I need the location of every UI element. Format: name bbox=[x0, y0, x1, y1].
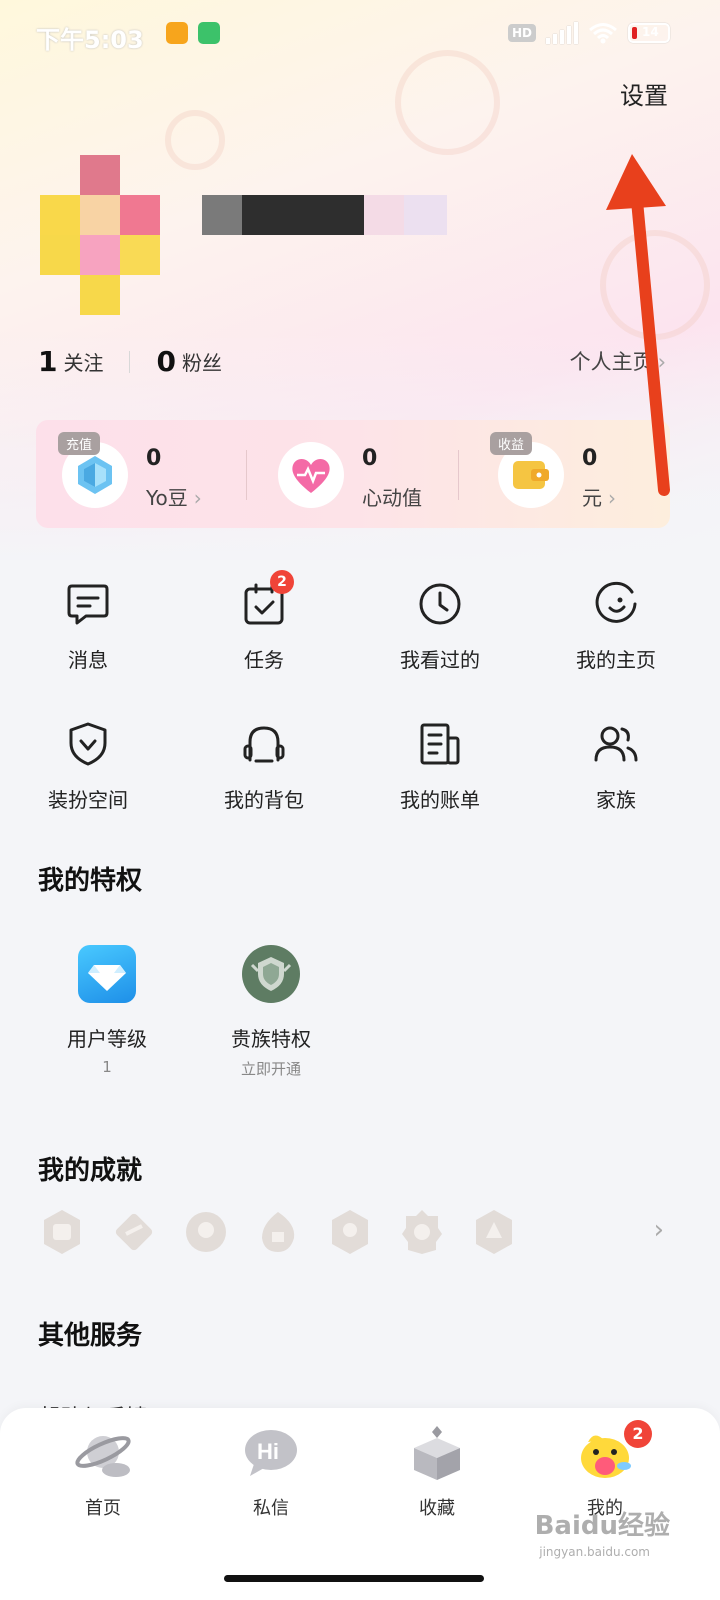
svg-text:Hi: Hi bbox=[257, 1439, 279, 1464]
earnings-value: 0 bbox=[582, 446, 598, 471]
achievements-title: 我的成就 bbox=[38, 1156, 143, 1186]
wifi-icon bbox=[589, 23, 617, 44]
fans-label[interactable]: 粉丝 bbox=[182, 347, 222, 376]
smile-icon bbox=[595, 581, 637, 623]
grid-label: 我看过的 bbox=[400, 648, 480, 672]
baidu-watermark: Baidu经验 bbox=[534, 1511, 670, 1541]
bottom-tab-bar: 首页 Hi 私信 收藏 2 我的 bbox=[0, 1408, 720, 1600]
profile-stats: 1 关注 0 粉丝 bbox=[38, 345, 222, 378]
signal-icon bbox=[546, 22, 578, 44]
task-badge: 2 bbox=[270, 570, 294, 594]
wallet-item-heartbeat[interactable]: 0 心动值 bbox=[248, 420, 458, 528]
achievement-badge-icon bbox=[115, 1213, 153, 1251]
achievements-more-icon[interactable]: › bbox=[654, 1215, 664, 1245]
wallet-divider bbox=[458, 450, 459, 500]
wallet-card: 充值 0 Yo豆 › 0 心动值 收益 0 元 › bbox=[36, 420, 670, 528]
tab-home[interactable]: 首页 bbox=[38, 1426, 168, 1520]
achievement-badge-icon bbox=[402, 1210, 442, 1254]
clock-icon bbox=[419, 583, 461, 625]
baidu-watermark-url: jingyan.baidu.com bbox=[539, 1545, 650, 1559]
family-icon bbox=[594, 726, 638, 762]
tab-messages[interactable]: Hi 私信 bbox=[206, 1426, 336, 1520]
settings-button[interactable]: 设置 bbox=[620, 76, 668, 111]
avatar[interactable] bbox=[40, 155, 162, 317]
planet-icon bbox=[75, 1436, 131, 1477]
grid-label: 我的主页 bbox=[576, 648, 656, 672]
privilege-noble[interactable]: 贵族特权 立即开通 bbox=[196, 945, 346, 1079]
backpack-icon bbox=[243, 726, 285, 763]
stats-divider bbox=[129, 350, 131, 373]
hd-icon: HD bbox=[507, 24, 536, 42]
grid-item-bills[interactable]: 我的账单 bbox=[352, 720, 528, 813]
grid-label: 消息 bbox=[68, 648, 108, 672]
grid-item-my-homepage[interactable]: 我的主页 bbox=[528, 580, 704, 673]
grid-item-family[interactable]: 家族 bbox=[528, 720, 704, 813]
grid-item-tasks[interactable]: 2 任务 bbox=[176, 570, 352, 673]
home-indicator bbox=[224, 1575, 484, 1582]
notes-app-icon bbox=[166, 22, 188, 44]
box-icon bbox=[414, 1426, 460, 1480]
message-icon bbox=[67, 584, 109, 625]
privileges-title: 我的特权 bbox=[38, 866, 143, 896]
tab-label: 收藏 bbox=[419, 1498, 455, 1519]
heartbeat-label: 心动值 bbox=[362, 486, 422, 510]
yodou-label: Yo豆 › bbox=[146, 486, 202, 510]
heartbeat-value: 0 bbox=[362, 446, 378, 471]
achievement-badge-icon bbox=[332, 1210, 368, 1254]
user-level-value: 1 bbox=[102, 1058, 112, 1076]
battery-icon: 14 bbox=[628, 23, 670, 43]
achievements-row[interactable] bbox=[40, 1208, 516, 1256]
status-indicators: HD 14 bbox=[507, 22, 670, 44]
noble-open-link[interactable]: 立即开通 bbox=[196, 1058, 346, 1079]
battery-level: 14 bbox=[642, 25, 659, 39]
grid-item-messages[interactable]: 消息 bbox=[0, 580, 176, 673]
fans-count[interactable]: 0 bbox=[156, 345, 175, 378]
noble-badge-icon bbox=[242, 945, 300, 1003]
username-redacted bbox=[202, 195, 447, 235]
achievement-badge-icon bbox=[476, 1210, 512, 1254]
tab-label: 私信 bbox=[253, 1498, 289, 1519]
decor-circle bbox=[165, 110, 225, 170]
recharge-badge: 充值 bbox=[58, 432, 101, 455]
achievement-badge-icon bbox=[262, 1212, 295, 1252]
user-level-label: 用户等级 bbox=[67, 1027, 147, 1051]
privilege-user-level[interactable]: 用户等级 1 bbox=[32, 945, 182, 1076]
grid-item-backpack[interactable]: 我的背包 bbox=[176, 720, 352, 813]
noble-label: 贵族特权 bbox=[231, 1027, 311, 1051]
grid-item-history[interactable]: 我看过的 bbox=[352, 580, 528, 673]
wallet-divider bbox=[246, 450, 247, 500]
grid-label: 任务 bbox=[244, 648, 284, 672]
bill-icon bbox=[420, 723, 460, 765]
grid-item-dressup[interactable]: 装扮空间 bbox=[0, 720, 176, 813]
grid-label: 装扮空间 bbox=[48, 788, 128, 812]
grid-label: 我的背包 bbox=[224, 788, 304, 812]
tab-favorites[interactable]: 收藏 bbox=[372, 1426, 502, 1520]
status-bar: 下午5:03 HD 14 bbox=[0, 0, 720, 70]
earnings-badge: 收益 bbox=[490, 432, 533, 455]
yodou-value: 0 bbox=[146, 446, 162, 471]
annotation-arrow bbox=[606, 154, 670, 496]
wallet-item-yodou[interactable]: 充值 0 Yo豆 › bbox=[36, 420, 246, 528]
hi-bubble-icon: Hi bbox=[245, 1430, 297, 1476]
tab-label: 首页 bbox=[85, 1498, 121, 1519]
chat-app-icon bbox=[198, 22, 220, 44]
status-time: 下午5:03 bbox=[36, 26, 144, 54]
follow-count[interactable]: 1 bbox=[38, 345, 57, 378]
achievement-badge-icon bbox=[44, 1210, 80, 1254]
heart-icon bbox=[278, 442, 344, 508]
grid-label: 我的账单 bbox=[400, 788, 480, 812]
shield-icon bbox=[69, 722, 107, 766]
achievement-badge-icon bbox=[186, 1212, 226, 1252]
other-services-title: 其他服务 bbox=[38, 1321, 143, 1351]
diamond-level-icon bbox=[78, 945, 136, 1003]
grid-label: 家族 bbox=[596, 788, 636, 812]
follow-label[interactable]: 关注 bbox=[63, 347, 103, 376]
me-tab-badge: 2 bbox=[624, 1420, 652, 1448]
